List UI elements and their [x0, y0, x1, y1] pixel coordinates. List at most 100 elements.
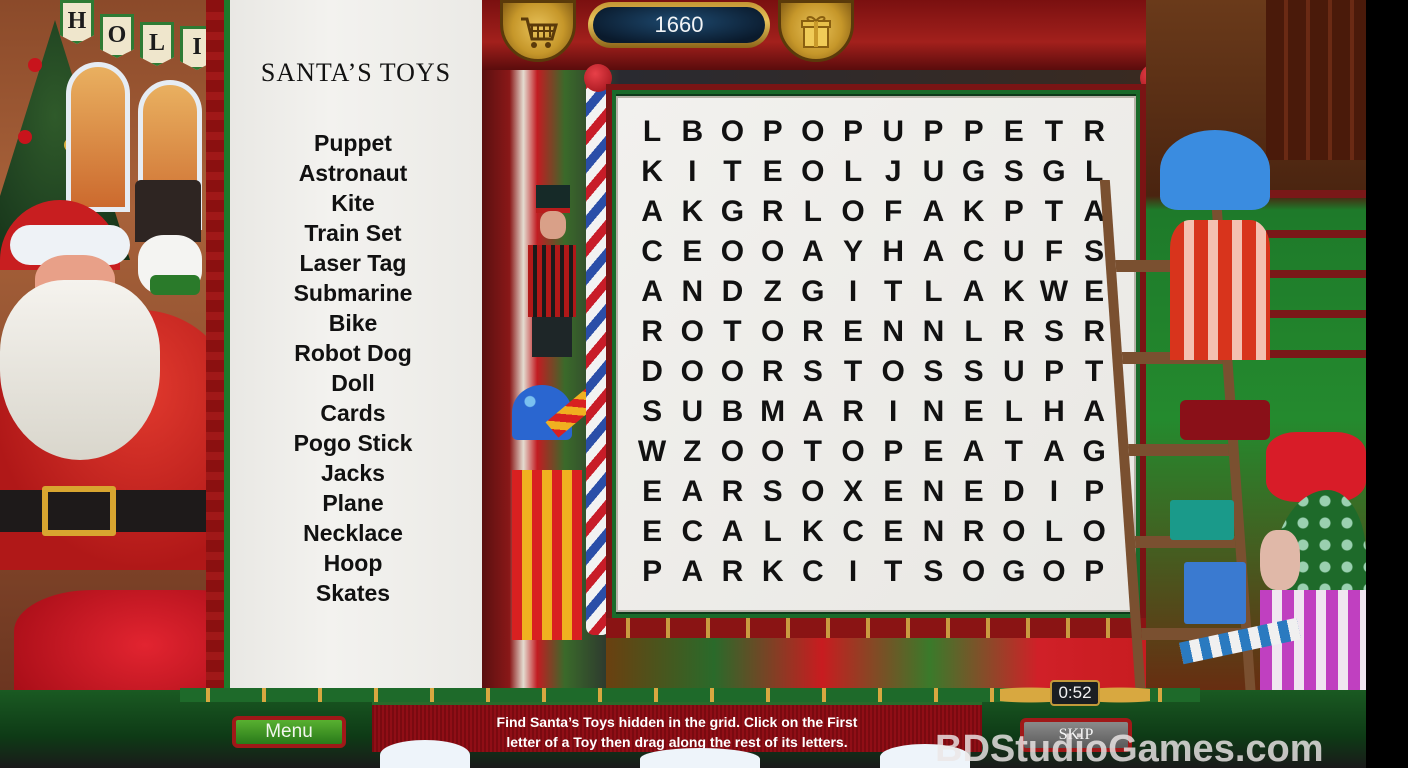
grid-cell[interactable]: R: [1074, 312, 1114, 352]
grid-cell[interactable]: O: [712, 352, 752, 392]
grid-cell[interactable]: A: [913, 232, 953, 272]
grid-cell[interactable]: N: [672, 272, 712, 312]
grid-cell[interactable]: N: [913, 472, 953, 512]
grid-cell[interactable]: O: [753, 312, 793, 352]
grid-cell[interactable]: L: [632, 112, 672, 152]
grid-cell[interactable]: T: [1034, 192, 1074, 232]
grid-cell[interactable]: K: [954, 192, 994, 232]
grid-cell[interactable]: E: [873, 472, 913, 512]
grid-cell[interactable]: L: [913, 272, 953, 312]
grid-cell[interactable]: O: [833, 192, 873, 232]
grid-cell[interactable]: S: [913, 552, 953, 592]
grid-cell[interactable]: D: [994, 472, 1034, 512]
grid-cell[interactable]: Z: [672, 432, 712, 472]
grid-cell[interactable]: R: [753, 352, 793, 392]
grid-cell[interactable]: A: [632, 272, 672, 312]
grid-cell[interactable]: I: [873, 392, 913, 432]
grid-cell[interactable]: P: [753, 112, 793, 152]
grid-cell[interactable]: E: [632, 472, 672, 512]
grid-cell[interactable]: T: [1074, 352, 1114, 392]
grid-cell[interactable]: D: [712, 272, 752, 312]
grid-cell[interactable]: P: [994, 192, 1034, 232]
grid-cell[interactable]: A: [712, 512, 752, 552]
grid-cell[interactable]: O: [712, 432, 752, 472]
grid-cell[interactable]: A: [672, 552, 712, 592]
grid-cell[interactable]: T: [873, 552, 913, 592]
grid-cell[interactable]: I: [1034, 472, 1074, 512]
grid-cell[interactable]: E: [994, 112, 1034, 152]
grid-cell[interactable]: T: [833, 352, 873, 392]
grid-cell[interactable]: U: [994, 232, 1034, 272]
grid-cell[interactable]: O: [793, 152, 833, 192]
grid-cell[interactable]: N: [913, 312, 953, 352]
grid-cell[interactable]: R: [1074, 112, 1114, 152]
grid-cell[interactable]: E: [632, 512, 672, 552]
grid-cell[interactable]: G: [1034, 152, 1074, 192]
grid-cell[interactable]: E: [833, 312, 873, 352]
grid-cell[interactable]: O: [712, 112, 752, 152]
grid-cell[interactable]: S: [753, 472, 793, 512]
grid-cell[interactable]: K: [994, 272, 1034, 312]
grid-cell[interactable]: O: [712, 232, 752, 272]
grid-cell[interactable]: O: [954, 552, 994, 592]
grid-cell[interactable]: R: [954, 512, 994, 552]
grid-cell[interactable]: P: [1074, 472, 1114, 512]
grid-cell[interactable]: U: [994, 352, 1034, 392]
grid-cell[interactable]: P: [1074, 552, 1114, 592]
grid-cell[interactable]: O: [793, 472, 833, 512]
grid-cell[interactable]: A: [1074, 392, 1114, 432]
grid-cell[interactable]: L: [994, 392, 1034, 432]
grid-cell[interactable]: C: [954, 232, 994, 272]
grid-cell[interactable]: N: [873, 312, 913, 352]
grid-cell[interactable]: L: [954, 312, 994, 352]
grid-cell[interactable]: G: [994, 552, 1034, 592]
grid-cell[interactable]: C: [672, 512, 712, 552]
grid-cell[interactable]: A: [954, 272, 994, 312]
grid-cell[interactable]: S: [994, 152, 1034, 192]
grid-cell[interactable]: B: [672, 112, 712, 152]
grid-cell[interactable]: L: [793, 192, 833, 232]
grid-cell[interactable]: P: [954, 112, 994, 152]
grid-cell[interactable]: N: [913, 392, 953, 432]
grid-cell[interactable]: O: [793, 112, 833, 152]
grid-cell[interactable]: P: [632, 552, 672, 592]
grid-cell[interactable]: P: [873, 432, 913, 472]
grid-cell[interactable]: A: [913, 192, 953, 232]
grid-cell[interactable]: S: [632, 392, 672, 432]
grid-cell[interactable]: K: [672, 192, 712, 232]
grid-cell[interactable]: O: [753, 432, 793, 472]
grid-cell[interactable]: E: [913, 432, 953, 472]
grid-cell[interactable]: E: [672, 232, 712, 272]
grid-cell[interactable]: Y: [833, 232, 873, 272]
grid-cell[interactable]: A: [672, 472, 712, 512]
grid-cell[interactable]: T: [994, 432, 1034, 472]
grid-cell[interactable]: F: [873, 192, 913, 232]
grid-cell[interactable]: A: [1034, 432, 1074, 472]
grid-cell[interactable]: I: [833, 272, 873, 312]
grid-cell[interactable]: F: [1034, 232, 1074, 272]
grid-cell[interactable]: E: [954, 472, 994, 512]
grid-cell[interactable]: R: [712, 552, 752, 592]
grid-cell[interactable]: B: [712, 392, 752, 432]
grid-cell[interactable]: C: [793, 552, 833, 592]
grid-cell[interactable]: T: [873, 272, 913, 312]
grid-cell[interactable]: K: [793, 512, 833, 552]
grid-cell[interactable]: S: [1034, 312, 1074, 352]
grid-cell[interactable]: L: [753, 512, 793, 552]
letter-grid[interactable]: LBOPOPUPPETRKITEOLJUGSGLAKGRLOFAKPTACEOO…: [632, 112, 1120, 592]
grid-cell[interactable]: Z: [753, 272, 793, 312]
grid-cell[interactable]: I: [833, 552, 873, 592]
grid-cell[interactable]: O: [753, 232, 793, 272]
grid-cell[interactable]: T: [1034, 112, 1074, 152]
grid-cell[interactable]: T: [712, 312, 752, 352]
grid-cell[interactable]: W: [1034, 272, 1074, 312]
grid-cell[interactable]: T: [712, 152, 752, 192]
grid-cell[interactable]: U: [873, 112, 913, 152]
grid-cell[interactable]: R: [793, 312, 833, 352]
grid-cell[interactable]: U: [913, 152, 953, 192]
grid-cell[interactable]: D: [632, 352, 672, 392]
grid-cell[interactable]: O: [1034, 552, 1074, 592]
grid-cell[interactable]: W: [632, 432, 672, 472]
grid-cell[interactable]: E: [753, 152, 793, 192]
grid-cell[interactable]: K: [753, 552, 793, 592]
